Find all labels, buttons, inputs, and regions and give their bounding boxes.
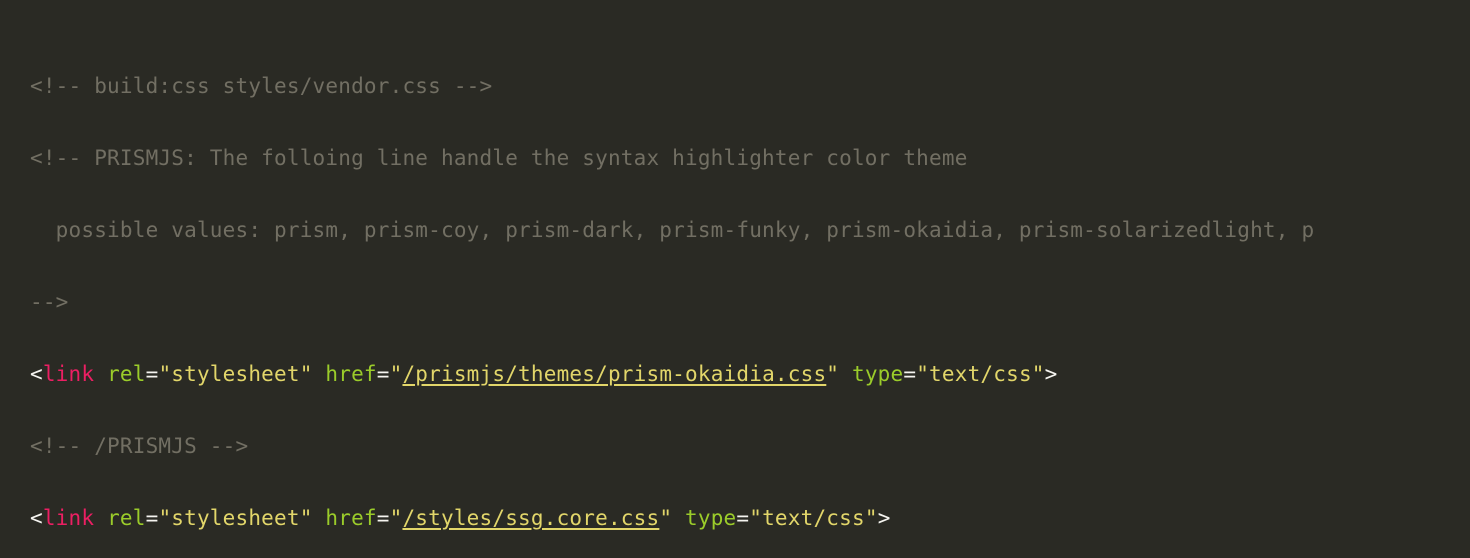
tag-name: link (43, 506, 94, 530)
quote: " (1032, 362, 1045, 386)
quote: " (916, 362, 929, 386)
quote: " (749, 506, 762, 530)
code-line: possible values: prism, prism-coy, prism… (30, 212, 1470, 248)
code-line: <!-- PRISMJS: The folloing line handle t… (30, 140, 1470, 176)
comment: <!-- build:css styles/vendor.css --> (30, 74, 492, 98)
quote: " (158, 506, 171, 530)
code-line: <link rel="stylesheet" href="/prismjs/th… (30, 356, 1470, 392)
angle-close: > (1045, 362, 1058, 386)
angle-open: < (30, 362, 43, 386)
code-line: <!-- /PRISMJS --> (30, 428, 1470, 464)
attr-name: type (852, 362, 903, 386)
attr-name: type (685, 506, 736, 530)
comment: --> (30, 290, 69, 314)
equals: = (146, 506, 159, 530)
attr-name: href (325, 362, 376, 386)
quote: " (300, 362, 313, 386)
code-line: --> (30, 284, 1470, 320)
quote: " (865, 506, 878, 530)
equals: = (377, 506, 390, 530)
comment: possible values: prism, prism-coy, prism… (30, 218, 1314, 242)
attr-value: text/css (929, 362, 1032, 386)
attr-name: rel (107, 362, 146, 386)
attr-value: stylesheet (171, 362, 299, 386)
code-line: <!-- build:css styles/vendor.css --> (30, 68, 1470, 104)
angle-close: > (878, 506, 891, 530)
attr-name: rel (107, 506, 146, 530)
href-value: /styles/ssg.core.css (402, 506, 659, 530)
quote: " (826, 362, 839, 386)
attr-value: stylesheet (171, 506, 299, 530)
equals: = (736, 506, 749, 530)
code-editor[interactable]: <!-- build:css styles/vendor.css --> <!-… (0, 0, 1470, 558)
code-line: <link rel="stylesheet" href="/styles/ssg… (30, 500, 1470, 536)
equals: = (146, 362, 159, 386)
tag-name: link (43, 362, 94, 386)
comment: <!-- PRISMJS: The folloing line handle t… (30, 146, 968, 170)
equals: = (377, 362, 390, 386)
quote: " (300, 506, 313, 530)
quote: " (659, 506, 672, 530)
quote: " (390, 362, 403, 386)
quote: " (158, 362, 171, 386)
attr-value: text/css (762, 506, 865, 530)
href-value: /prismjs/themes/prism-okaidia.css (402, 362, 826, 386)
equals: = (903, 362, 916, 386)
angle-open: < (30, 506, 43, 530)
quote: " (390, 506, 403, 530)
comment: <!-- /PRISMJS --> (30, 434, 248, 458)
attr-name: href (325, 506, 376, 530)
